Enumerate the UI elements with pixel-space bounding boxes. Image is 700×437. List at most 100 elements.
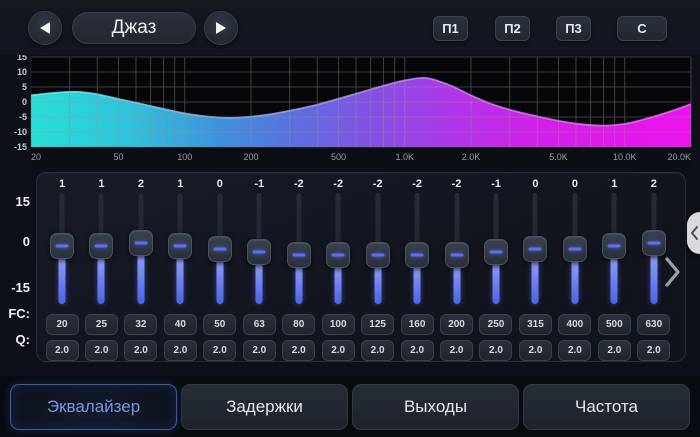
band-fc-button[interactable]: 32 (124, 314, 157, 335)
band-fc-button[interactable]: 125 (361, 314, 394, 335)
band-q-button[interactable]: 2.0 (440, 340, 473, 361)
slider-thumb[interactable] (563, 236, 587, 262)
band-gain-value: 0 (572, 177, 578, 191)
tab-frequency[interactable]: Частота (523, 384, 690, 430)
eq-response-graph: 151050-5-10-1520501002005001.0K2.0K5.0K1… (0, 55, 700, 166)
band-fc-button[interactable]: 80 (282, 314, 315, 335)
preset-selector[interactable]: Джаз (72, 12, 196, 44)
eq-band: -1 63 2.0 (240, 177, 278, 361)
band-gain-slider[interactable] (207, 193, 233, 305)
band-q-button[interactable]: 2.0 (164, 340, 197, 361)
memory-preset-2-button[interactable]: П2 (495, 16, 530, 41)
slider-fill (137, 252, 144, 304)
eq-band: 0 400 2.0 (556, 177, 594, 361)
band-gain-slider[interactable] (641, 193, 667, 305)
slider-thumb[interactable] (247, 239, 271, 265)
eq-band: 15002.0 (595, 177, 633, 361)
svg-text:1.0K: 1.0K (396, 152, 415, 162)
band-fc-button[interactable]: 315 (519, 314, 552, 335)
more-bands-button[interactable] (662, 256, 684, 288)
band-gain-slider[interactable] (522, 193, 548, 305)
tab-delays[interactable]: Задержки (181, 384, 348, 430)
tab-equalizer[interactable]: Эквалайзер (10, 384, 177, 430)
band-q-button[interactable]: 2.0 (243, 340, 276, 361)
band-fc-button[interactable]: 50 (203, 314, 236, 335)
slider-thumb[interactable] (168, 233, 192, 259)
slider-thumb[interactable] (602, 233, 626, 259)
svg-text:0: 0 (22, 97, 27, 107)
svg-text:-5: -5 (19, 112, 27, 122)
side-drawer-handle[interactable] (687, 212, 700, 254)
band-gain-slider[interactable] (286, 193, 312, 305)
band-fc-button[interactable]: 500 (598, 314, 631, 335)
band-q-button[interactable]: 2.0 (322, 340, 355, 361)
band-q-button[interactable]: 2.0 (479, 340, 512, 361)
slider-thumb[interactable] (208, 236, 232, 262)
slider-thumb[interactable] (129, 230, 153, 256)
memory-preset-3-button[interactable]: П3 (556, 16, 591, 41)
band-q-button[interactable]: 2.0 (361, 340, 394, 361)
slider-thumb[interactable] (642, 230, 666, 256)
band-q-button[interactable]: 2.0 (85, 340, 118, 361)
band-gain-slider[interactable] (167, 193, 193, 305)
slider-thumb[interactable] (405, 242, 429, 268)
eq-band: -12502.0 (477, 177, 515, 361)
slider-thumb[interactable] (484, 239, 508, 265)
reset-button[interactable]: C (617, 16, 667, 41)
preset-prev-button[interactable] (28, 11, 62, 45)
eq-band: 1252.0 (82, 177, 120, 361)
band-fc-button[interactable]: 630 (637, 314, 670, 335)
slider-fill (414, 264, 421, 304)
slider-thumb[interactable] (445, 242, 469, 268)
band-fc-button[interactable]: 160 (401, 314, 434, 335)
slider-thumb[interactable] (89, 233, 113, 259)
graph-y-labels: 151050-5-10-15 (14, 55, 27, 152)
band-q-button[interactable]: 2.0 (282, 340, 315, 361)
tab-outputs[interactable]: Выходы (352, 384, 519, 430)
svg-text:20.0K: 20.0K (667, 152, 691, 162)
slider-thumb[interactable] (366, 242, 390, 268)
slider-fill (256, 261, 263, 304)
band-gain-value: -1 (254, 177, 264, 191)
band-fc-button[interactable]: 63 (243, 314, 276, 335)
band-q-button[interactable]: 2.0 (124, 340, 157, 361)
band-gain-slider[interactable] (365, 193, 391, 305)
band-gain-slider[interactable] (483, 193, 509, 305)
band-gain-value: -2 (373, 177, 383, 191)
band-fc-button[interactable]: 40 (164, 314, 197, 335)
preset-next-button[interactable] (204, 11, 238, 45)
slider-thumb[interactable] (287, 242, 311, 268)
band-q-button[interactable]: 2.0 (558, 340, 591, 361)
band-gain-slider[interactable] (246, 193, 272, 305)
band-gain-value: 0 (217, 177, 223, 191)
band-q-button[interactable]: 2.0 (401, 340, 434, 361)
band-fc-button[interactable]: 200 (440, 314, 473, 335)
memory-preset-1-button[interactable]: П1 (433, 16, 468, 41)
band-fc-button[interactable]: 20 (46, 314, 79, 335)
band-q-button[interactable]: 2.0 (598, 340, 631, 361)
band-gain-slider[interactable] (49, 193, 75, 305)
eq-band: -22002.0 (438, 177, 476, 361)
slider-thumb[interactable] (326, 242, 350, 268)
band-q-button[interactable]: 2.0 (46, 340, 79, 361)
band-gain-slider[interactable] (325, 193, 351, 305)
band-gain-slider[interactable] (601, 193, 627, 305)
band-gain-slider[interactable] (88, 193, 114, 305)
slider-fill (532, 258, 539, 304)
band-gain-slider[interactable] (562, 193, 588, 305)
band-q-button[interactable]: 2.0 (637, 340, 670, 361)
band-q-button[interactable]: 2.0 (203, 340, 236, 361)
slider-thumb[interactable] (50, 233, 74, 259)
band-q-button[interactable]: 2.0 (519, 340, 552, 361)
band-fc-button[interactable]: 100 (322, 314, 355, 335)
band-gain-slider[interactable] (444, 193, 470, 305)
band-gain-value: 2 (651, 177, 657, 191)
band-gain-slider[interactable] (404, 193, 430, 305)
band-fc-button[interactable]: 25 (85, 314, 118, 335)
band-gain-slider[interactable] (128, 193, 154, 305)
band-fc-button[interactable]: 400 (558, 314, 591, 335)
band-gain-value: 1 (177, 177, 183, 191)
band-fc-button[interactable]: 250 (479, 314, 512, 335)
eq-band: -21602.0 (398, 177, 436, 361)
slider-thumb[interactable] (523, 236, 547, 262)
